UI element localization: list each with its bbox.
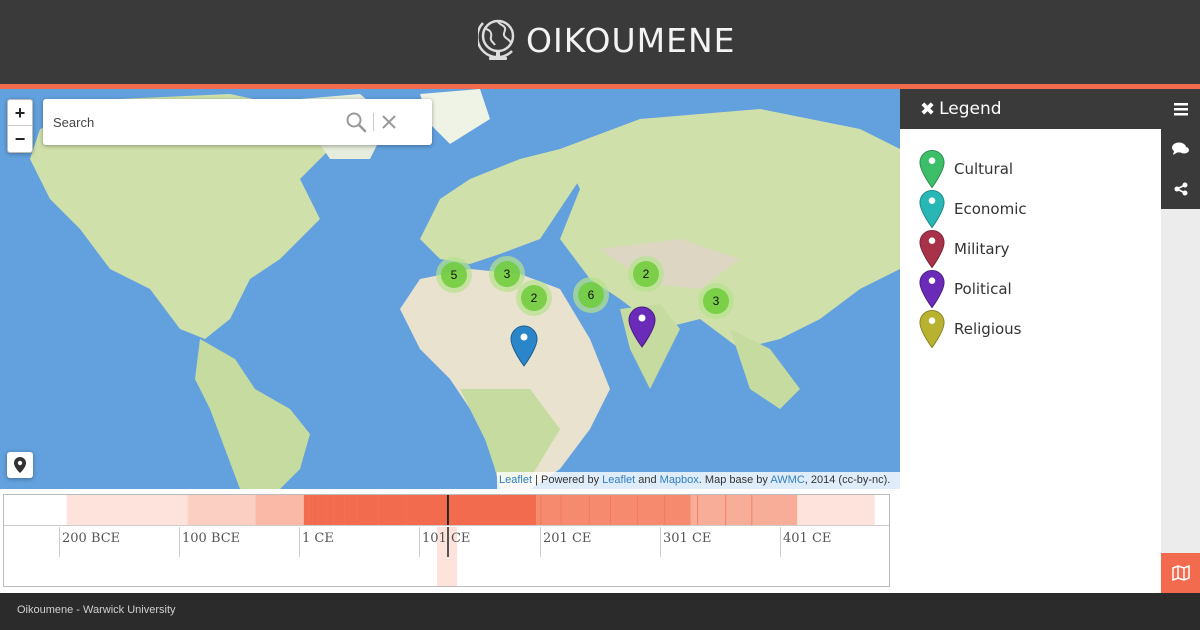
timeline-tick-label: 101 CE — [422, 531, 471, 546]
cluster-count: 2 — [521, 285, 547, 311]
timeline-density-bar[interactable] — [4, 495, 889, 526]
comments-button[interactable] — [1161, 129, 1200, 169]
marker-cluster[interactable]: 6 — [573, 277, 609, 313]
military-marker-icon — [919, 229, 945, 269]
menu-icon — [1173, 102, 1188, 115]
footer: Oikoumene - Warwick University — [0, 593, 1200, 630]
share-icon — [1174, 182, 1187, 196]
timeline-tick-label: 401 CE — [783, 531, 832, 546]
timeline-tick — [660, 527, 661, 557]
map-attribution: Leaflet | Powered by Leaflet and Mapbox.… — [497, 472, 900, 489]
marker-cluster[interactable]: 2 — [628, 256, 664, 292]
cluster-count: 3 — [494, 261, 520, 287]
timeline-tick-label: 201 CE — [543, 531, 592, 546]
awmc-link[interactable]: AWMC — [770, 474, 804, 486]
economic-marker-icon — [919, 189, 945, 229]
attribution-text: . Map base by — [698, 474, 771, 486]
world-map[interactable]: 5 3 2 6 2 3 Leaflet | Powered by Leaflet… — [0, 89, 900, 489]
timeline-tick-label: 200 BCE — [62, 531, 121, 546]
legend-label: Military — [954, 240, 1010, 258]
map-pin-icon — [14, 457, 26, 473]
cluster-count: 3 — [703, 288, 729, 314]
legend-title: Legend — [939, 99, 1002, 119]
attribution-text: and — [635, 474, 660, 486]
timeline-tick — [540, 527, 541, 557]
comments-icon — [1172, 142, 1189, 155]
legend-list: Cultural Economic Military Political Rel… — [900, 129, 1161, 349]
legend-panel: ✖ Legend Cultural Economic Military Poli… — [900, 89, 1161, 593]
zoom-out-button[interactable]: − — [8, 126, 32, 152]
political-marker-icon — [919, 269, 945, 309]
legend-label: Political — [954, 280, 1012, 298]
timeline-frame[interactable]: 200 BCE 100 BCE 1 CE 101 CE 201 CE 301 C… — [3, 494, 890, 587]
legend-item-religious[interactable]: Religious — [919, 309, 1161, 349]
attribution-text: , 2014 (cc-by-nc). — [804, 474, 891, 486]
mapbox-link[interactable]: Mapbox — [660, 474, 699, 486]
app-header: OIKOUMENE — [0, 0, 1200, 84]
timeline-tick — [59, 527, 60, 557]
map-icon — [1171, 565, 1190, 581]
close-icon[interactable]: ✖ — [920, 99, 935, 120]
leaflet-link-2[interactable]: Leaflet — [602, 474, 635, 486]
legend-item-economic[interactable]: Economic — [919, 189, 1161, 229]
timeline-tick — [179, 527, 180, 557]
timeline-tick-label: 1 CE — [302, 531, 334, 546]
timeline-tick-label: 100 BCE — [182, 531, 241, 546]
brand[interactable]: OIKOUMENE — [478, 16, 736, 64]
side-rail — [1161, 89, 1200, 209]
timeline-tick — [299, 527, 300, 557]
map-view-button[interactable] — [1161, 553, 1200, 593]
timeline-tick — [419, 527, 420, 557]
legend-item-cultural[interactable]: Cultural — [919, 149, 1161, 189]
timeline[interactable]: 200 BCE 100 BCE 1 CE 101 CE 201 CE 301 C… — [0, 489, 900, 593]
timeline-tick-label: 301 CE — [663, 531, 712, 546]
locate-button[interactable] — [7, 452, 33, 478]
zoom-control: + − — [7, 99, 33, 153]
marker-cluster[interactable]: 3 — [698, 283, 734, 319]
religious-marker-icon — [919, 309, 945, 349]
legend-item-political[interactable]: Political — [919, 269, 1161, 309]
cluster-count: 5 — [441, 262, 467, 288]
map-marker-political[interactable] — [628, 306, 656, 348]
search-input[interactable] — [53, 114, 343, 130]
cluster-count: 6 — [578, 282, 604, 308]
menu-button[interactable] — [1161, 89, 1200, 129]
search-divider — [373, 113, 374, 131]
legend-label: Economic — [954, 200, 1027, 218]
legend-label: Cultural — [954, 160, 1014, 178]
map-marker-economic[interactable] — [510, 325, 538, 367]
rail-background — [1161, 209, 1200, 553]
marker-cluster[interactable]: 2 — [516, 280, 552, 316]
app-title: OIKOUMENE — [526, 20, 736, 60]
attribution-text: | Powered by — [532, 474, 603, 486]
cluster-count: 2 — [633, 261, 659, 287]
legend-header[interactable]: ✖ Legend — [900, 89, 1161, 129]
marker-cluster[interactable]: 5 — [436, 257, 472, 293]
timeline-tick — [780, 527, 781, 557]
zoom-in-button[interactable]: + — [8, 100, 32, 126]
leaflet-link[interactable]: Leaflet — [499, 474, 532, 486]
clear-search-icon[interactable] — [380, 113, 398, 131]
footer-text: Oikoumene - Warwick University — [17, 604, 176, 616]
map-search — [43, 99, 432, 145]
globe-icon — [478, 19, 515, 60]
search-icon[interactable] — [345, 111, 367, 133]
legend-label: Religious — [954, 320, 1022, 338]
cultural-marker-icon — [919, 149, 945, 189]
legend-item-military[interactable]: Military — [919, 229, 1161, 269]
share-button[interactable] — [1161, 169, 1200, 209]
